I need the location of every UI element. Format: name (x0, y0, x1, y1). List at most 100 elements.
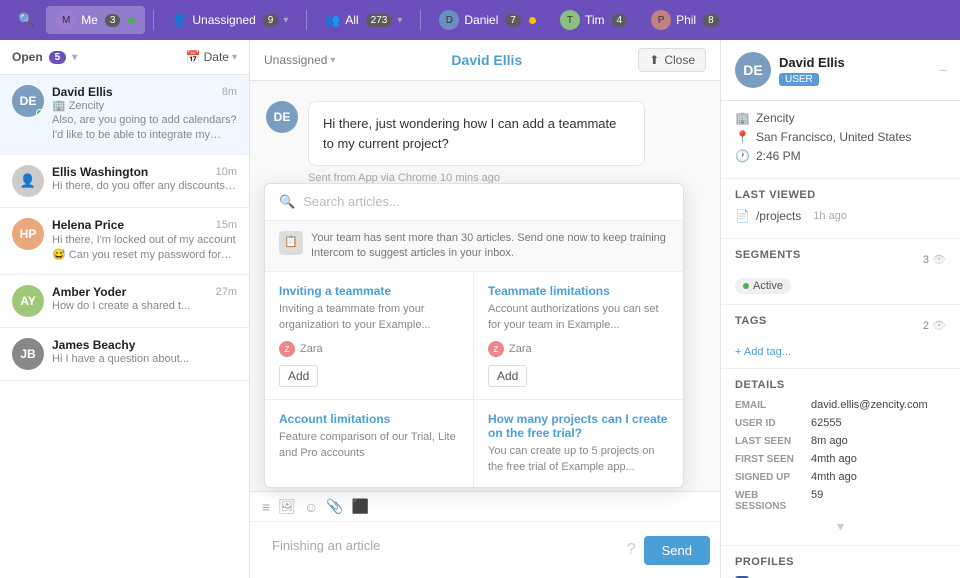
nav-tab-tim-label: Tim (585, 13, 605, 27)
tim-avatar: T (560, 10, 580, 30)
unassigned-icon: 👤 (172, 13, 187, 27)
websessions-value: 59 (811, 489, 823, 512)
message-row: DE Hi there, just wondering how I can ad… (266, 101, 704, 184)
close-conversation-btn[interactable]: ⬆ Close (638, 48, 706, 72)
help-icon[interactable]: ? (627, 541, 636, 559)
conversation-item-amber-yoder[interactable]: AY Amber Yoder 27m How do I create a sha… (0, 275, 249, 328)
user-avatar-large: DE (735, 52, 771, 88)
avatar-ellis-washington: 👤 (12, 165, 44, 197)
last-viewed-time: 1h ago (813, 210, 847, 222)
conv-preview-amber-yoder: How do I create a shared t... (52, 300, 237, 312)
conv-content-ellis-washington: Ellis Washington 10m Hi there, do you of… (52, 165, 237, 192)
userid-value: 62555 (811, 417, 842, 429)
location-text: San Francisco, United States (756, 130, 911, 144)
avatar-james-beachy: JB (12, 338, 44, 370)
company-icon: 🏢 (735, 111, 750, 125)
nav-tab-tim[interactable]: T Tim 4 (550, 6, 637, 34)
nav-tab-daniel[interactable]: D Daniel 7 (429, 6, 546, 34)
author-name-zara-1: Zara (300, 343, 323, 355)
attachment-icon[interactable]: ☺ (304, 499, 318, 515)
conversation-header: Unassigned ▾ David Ellis ⬆ Close (250, 40, 720, 81)
article-grid-top: Inviting a teammate Inviting a teammate … (265, 272, 683, 400)
conv-header-david-ellis: David Ellis 8m (52, 85, 237, 99)
compose-area: ≡ 🖼 ☺ 📎 ⬛ Finishing an article ? Send (250, 491, 720, 578)
open-filter[interactable]: Open 5 ▾ (12, 50, 77, 64)
user-details-panel: DE David Ellis USER – 🏢 Zencity 📍 San Fr… (720, 40, 960, 578)
article-title-inviting[interactable]: Inviting a teammate (279, 284, 459, 298)
conversation-item-david-ellis[interactable]: DE David Ellis 8m 🏢 Zencity Also, are yo… (0, 75, 249, 155)
compose-bottom-bar: Finishing an article ? Send (250, 522, 720, 578)
sort-by-date-btn[interactable]: 📅 Date ▾ (186, 50, 237, 64)
assign-dropdown[interactable]: Unassigned ▾ (264, 53, 335, 67)
nav-tab-unassigned[interactable]: 👤 Unassigned 9 ▾ (162, 9, 298, 31)
conversation-item-ellis-washington[interactable]: 👤 Ellis Washington 10m Hi there, do you … (0, 155, 249, 208)
article-search-input[interactable] (303, 194, 669, 209)
profiles-label: Profiles (735, 556, 946, 568)
local-time: 2:46 PM (756, 149, 801, 163)
conv-header-helena-price: Helena Price 15m (52, 218, 237, 232)
firstseen-value: 4mth ago (811, 453, 857, 465)
nav-tab-phil[interactable]: P Phil 8 (641, 6, 729, 34)
all-chevron: ▾ (397, 15, 402, 26)
nav-tab-me[interactable]: M Me 3 (46, 6, 145, 34)
right-panel-collapse-icon[interactable]: – (940, 65, 946, 76)
add-article-limitations-btn[interactable]: Add (488, 365, 527, 387)
all-icon: 👥 (325, 13, 340, 27)
article-author-inviting: Z Zara (279, 341, 459, 357)
daniel-avatar: D (439, 10, 459, 30)
search-icon-article: 🔍 (279, 194, 295, 210)
notice-icon: 📋 (279, 231, 303, 255)
status-dot-david-ellis (36, 109, 44, 117)
segments-title-row: Segments 3 👁 (735, 249, 946, 269)
company-row: 🏢 Zencity (735, 111, 946, 125)
nav-divider-2 (306, 10, 307, 30)
detail-websessions-row: WEB SESSIONS 59 (735, 489, 946, 512)
article-desc-inviting: Inviting a teammate from your organizati… (279, 302, 459, 333)
image-icon[interactable]: ⬛ (352, 498, 369, 515)
search-icon[interactable]: 🔍 (10, 8, 42, 32)
conv-time-amber-yoder: 27m (216, 286, 237, 298)
conversation-item-helena-price[interactable]: HP Helena Price 15m Hi there, I'm locked… (0, 208, 249, 275)
nav-tab-all[interactable]: 👥 All 273 ▾ (315, 9, 412, 31)
unassigned-chevron: ▾ (283, 15, 288, 26)
link-icon[interactable]: 📎 (326, 498, 343, 515)
send-button[interactable]: Send (644, 536, 710, 565)
nav-tab-me-label: Me (81, 13, 98, 27)
format-icon[interactable]: ≡ (262, 499, 270, 515)
conv-time-ellis-washington: 10m (216, 166, 237, 178)
article-title-limitations[interactable]: Teammate limitations (488, 284, 669, 298)
author-name-zara-2: Zara (509, 343, 532, 355)
location-icon: 📍 (735, 130, 750, 144)
time-row: 🕐 2:46 PM (735, 149, 946, 163)
add-tag-btn[interactable]: + Add tag... (735, 346, 791, 358)
article-card-limitations: Teammate limitations Account authorizati… (474, 272, 683, 399)
date-label: Date (204, 50, 229, 64)
upload-icon: ⬆ (649, 53, 659, 67)
nav-tab-all-count: 273 (366, 14, 393, 27)
conv-content-helena-price: Helena Price 15m Hi there, I'm locked ou… (52, 218, 237, 264)
conversation-item-james-beachy[interactable]: JB James Beachy Hi I have a question abo… (0, 328, 249, 381)
emoji-icon[interactable]: 🖼 (278, 498, 296, 515)
add-article-inviting-btn[interactable]: Add (279, 365, 318, 387)
message-avatar: DE (266, 101, 298, 133)
expand-details-btn[interactable]: ▾ (735, 518, 946, 535)
main-layout: Open 5 ▾ 📅 Date ▾ DE (0, 40, 960, 578)
company-icon-de: 🏢 (52, 99, 66, 112)
segments-tags: Active (735, 277, 946, 294)
last-viewed-row: 📄 /projects 1h ago (735, 209, 946, 223)
conv-preview-david-ellis: Also, are you going to add calendars? I'… (52, 113, 237, 144)
compose-placeholder-text[interactable]: Finishing an article (260, 528, 392, 572)
article-desc-projects-free: You can create up to 5 projects on the f… (488, 444, 669, 475)
page-icon: 📄 (735, 209, 750, 223)
article-desc-limitations: Account authorizations you can set for y… (488, 302, 669, 333)
details-section: Details EMAIL david.ellis@zencity.com US… (721, 369, 960, 546)
article-title-account-limits[interactable]: Account limitations (279, 412, 459, 426)
tags-section: Tags 2 👁 + Add tag... (721, 305, 960, 369)
conversation-detail-panel: Unassigned ▾ David Ellis ⬆ Close DE Hi t… (250, 40, 720, 578)
article-title-projects-free[interactable]: How many projects can I create on the fr… (488, 412, 669, 440)
top-navigation: 🔍 M Me 3 👤 Unassigned 9 ▾ 👥 All 273 ▾ D … (0, 0, 960, 40)
open-chevron: ▾ (72, 52, 77, 63)
segments-eye-icon: 👁 (932, 254, 946, 266)
conv-name-helena-price: Helena Price (52, 218, 124, 232)
detail-firstseen-row: FIRST SEEN 4mth ago (735, 453, 946, 465)
